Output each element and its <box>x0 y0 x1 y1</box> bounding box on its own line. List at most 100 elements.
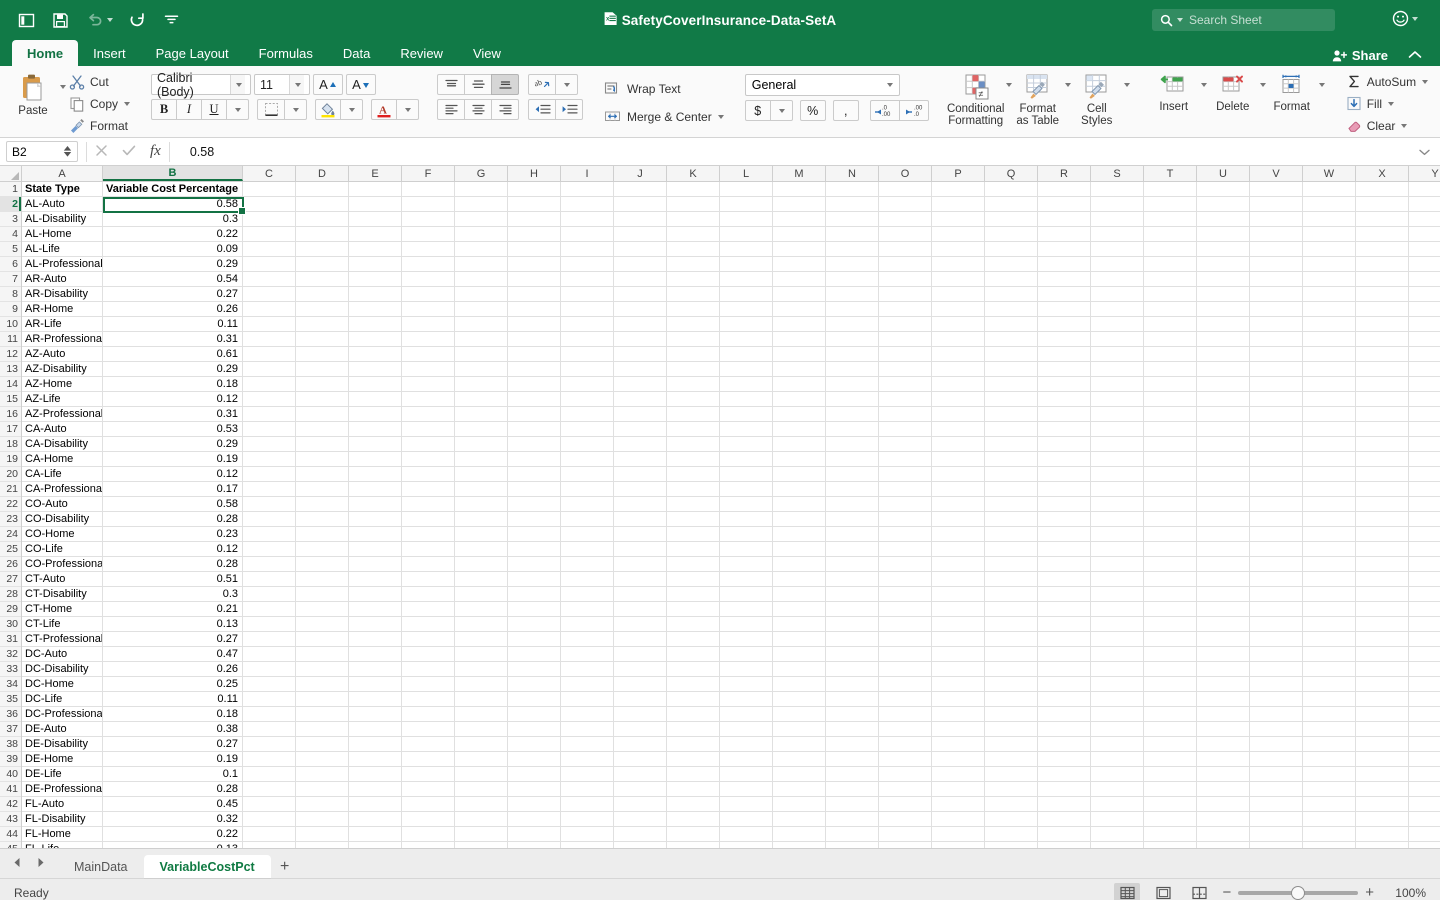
cell-w29[interactable] <box>1303 602 1356 617</box>
cell-p13[interactable] <box>932 362 985 377</box>
cell-t9[interactable] <box>1144 302 1197 317</box>
cell-p11[interactable] <box>932 332 985 347</box>
cell-r34[interactable] <box>1038 677 1091 692</box>
cell-h39[interactable] <box>508 752 561 767</box>
cell-p34[interactable] <box>932 677 985 692</box>
align-left-button[interactable] <box>437 99 466 120</box>
row-header-29[interactable]: 29 <box>0 602 21 617</box>
cell-o18[interactable] <box>879 437 932 452</box>
cell-r25[interactable] <box>1038 542 1091 557</box>
cell-b17[interactable]: 0.53 <box>103 422 243 437</box>
cell-o28[interactable] <box>879 587 932 602</box>
cell-g43[interactable] <box>455 812 508 827</box>
cell-q10[interactable] <box>985 317 1038 332</box>
column-header-u[interactable]: U <box>1197 166 1250 181</box>
cell-u16[interactable] <box>1197 407 1250 422</box>
tab-insert[interactable]: Insert <box>78 40 141 66</box>
customize-toolbar-icon[interactable] <box>161 10 181 30</box>
cell-s8[interactable] <box>1091 287 1144 302</box>
cell-y21[interactable] <box>1409 482 1440 497</box>
cell-h7[interactable] <box>508 272 561 287</box>
row-header-25[interactable]: 25 <box>0 542 21 557</box>
cell-w39[interactable] <box>1303 752 1356 767</box>
cell-y7[interactable] <box>1409 272 1440 287</box>
cell-u9[interactable] <box>1197 302 1250 317</box>
cell-b43[interactable]: 0.32 <box>103 812 243 827</box>
cell-p12[interactable] <box>932 347 985 362</box>
cell-x12[interactable] <box>1356 347 1409 362</box>
cell-t30[interactable] <box>1144 617 1197 632</box>
cell-e25[interactable] <box>349 542 402 557</box>
cell-g4[interactable] <box>455 227 508 242</box>
cell-v38[interactable] <box>1250 737 1303 752</box>
cell-x31[interactable] <box>1356 632 1409 647</box>
cell-u20[interactable] <box>1197 467 1250 482</box>
cell-p10[interactable] <box>932 317 985 332</box>
cell-b1[interactable]: Variable Cost Percentage <box>103 182 243 197</box>
cell-v31[interactable] <box>1250 632 1303 647</box>
cell-h37[interactable] <box>508 722 561 737</box>
cell-c10[interactable] <box>243 317 296 332</box>
cell-k34[interactable] <box>667 677 720 692</box>
cell-p39[interactable] <box>932 752 985 767</box>
cell-w25[interactable] <box>1303 542 1356 557</box>
cell-b23[interactable]: 0.28 <box>103 512 243 527</box>
cell-d37[interactable] <box>296 722 349 737</box>
row-header-23[interactable]: 23 <box>0 512 21 527</box>
cell-v39[interactable] <box>1250 752 1303 767</box>
cell-i3[interactable] <box>561 212 614 227</box>
column-header-p[interactable]: P <box>932 166 985 181</box>
cell-f20[interactable] <box>402 467 455 482</box>
cell-i37[interactable] <box>561 722 614 737</box>
cell-f3[interactable] <box>402 212 455 227</box>
cell-s1[interactable] <box>1091 182 1144 197</box>
cell-j10[interactable] <box>614 317 667 332</box>
cell-p44[interactable] <box>932 827 985 842</box>
cell-j45[interactable] <box>614 842 667 848</box>
cell-e22[interactable] <box>349 497 402 512</box>
cell-b33[interactable]: 0.26 <box>103 662 243 677</box>
cell-i12[interactable] <box>561 347 614 362</box>
cell-e40[interactable] <box>349 767 402 782</box>
paste-button[interactable]: Paste <box>7 69 59 117</box>
cell-y39[interactable] <box>1409 752 1440 767</box>
cell-p35[interactable] <box>932 692 985 707</box>
cell-p5[interactable] <box>932 242 985 257</box>
cell-p19[interactable] <box>932 452 985 467</box>
cell-m33[interactable] <box>773 662 826 677</box>
zoom-out-button[interactable]: − <box>1222 885 1231 900</box>
cell-f8[interactable] <box>402 287 455 302</box>
cell-c39[interactable] <box>243 752 296 767</box>
cell-e29[interactable] <box>349 602 402 617</box>
cell-j4[interactable] <box>614 227 667 242</box>
cell-v32[interactable] <box>1250 647 1303 662</box>
cell-b30[interactable]: 0.13 <box>103 617 243 632</box>
cell-i19[interactable] <box>561 452 614 467</box>
cell-p36[interactable] <box>932 707 985 722</box>
row-header-7[interactable]: 7 <box>0 272 21 287</box>
cell-t41[interactable] <box>1144 782 1197 797</box>
row-header-38[interactable]: 38 <box>0 737 21 752</box>
cell-p18[interactable] <box>932 437 985 452</box>
cell-e18[interactable] <box>349 437 402 452</box>
cell-c42[interactable] <box>243 797 296 812</box>
cell-k11[interactable] <box>667 332 720 347</box>
cell-e42[interactable] <box>349 797 402 812</box>
cell-g15[interactable] <box>455 392 508 407</box>
cell-r5[interactable] <box>1038 242 1091 257</box>
cell-l6[interactable] <box>720 257 773 272</box>
cell-q9[interactable] <box>985 302 1038 317</box>
cell-x27[interactable] <box>1356 572 1409 587</box>
cell-a17[interactable]: CA-Auto <box>22 422 103 437</box>
cell-c19[interactable] <box>243 452 296 467</box>
cell-p8[interactable] <box>932 287 985 302</box>
cell-g34[interactable] <box>455 677 508 692</box>
font-color-button[interactable]: A <box>371 99 398 120</box>
cell-c20[interactable] <box>243 467 296 482</box>
row-header-16[interactable]: 16 <box>0 407 21 422</box>
cell-d6[interactable] <box>296 257 349 272</box>
cell-l31[interactable] <box>720 632 773 647</box>
cell-y22[interactable] <box>1409 497 1440 512</box>
cell-q7[interactable] <box>985 272 1038 287</box>
cell-o29[interactable] <box>879 602 932 617</box>
